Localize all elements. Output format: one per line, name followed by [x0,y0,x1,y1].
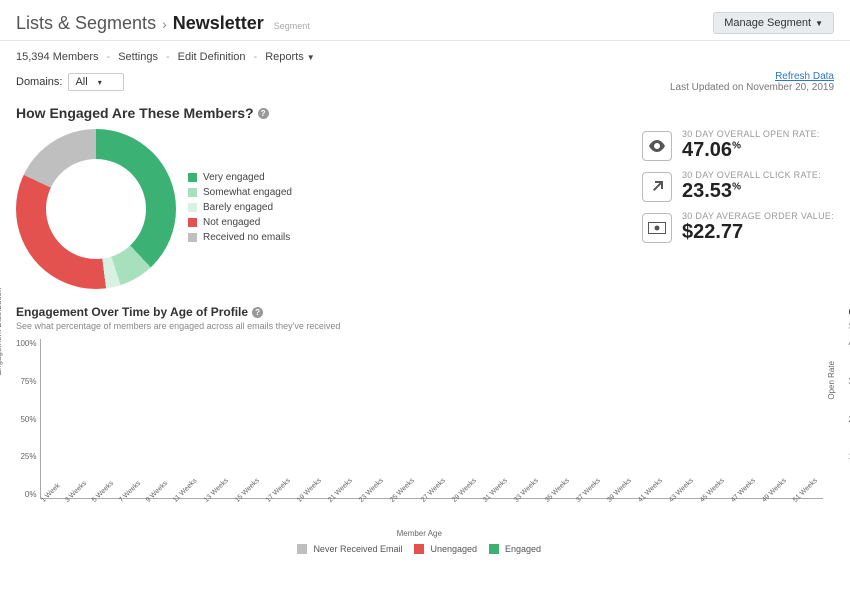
divider [0,40,850,41]
engagement-title: How Engaged Are These Members? ? [16,105,834,121]
caret-down-icon: ▼ [307,53,315,62]
chevron-right-icon: › [162,16,167,32]
breadcrumb-root[interactable]: Lists & Segments [16,13,156,34]
members-link[interactable]: 15,394 Members [16,51,99,63]
metric-open-rate: 30 DAY OVERALL OPEN RATE:47.06% [642,129,834,162]
legend-not-engaged: Not engaged [188,217,292,228]
legend-very-engaged: Very engaged [188,172,292,183]
page-title: Newsletter [173,13,264,34]
eye-icon [642,131,672,161]
last-updated-text: Last Updated on November 20, 2019 [670,82,834,93]
manage-segment-button[interactable]: Manage Segment ▼ [713,12,834,34]
domains-label: Domains: [16,76,62,88]
refresh-data-link[interactable]: Refresh Data [670,71,834,82]
swatch [297,544,307,554]
swatch [188,233,197,242]
chart1-xaxis: 1 Week3 Weeks5 Weeks7 Weeks9 Weeks11 Wee… [40,499,823,527]
edit-definition-link[interactable]: Edit Definition [178,51,246,63]
chart1-yaxis: 100%75%50%25%0% [16,339,40,499]
swatch [188,218,197,227]
swatch [414,544,424,554]
caret-down-icon: ▼ [815,19,823,28]
settings-link[interactable]: Settings [118,51,158,63]
reports-link[interactable]: Reports ▼ [265,51,315,63]
swatch [188,173,197,182]
chart1-subtitle: See what percentage of members are engag… [16,321,823,331]
segment-tag: Segment [274,21,310,31]
help-icon[interactable]: ? [252,307,263,318]
swatch [188,203,197,212]
arrow-out-icon [642,172,672,202]
help-icon[interactable]: ? [258,108,269,119]
legend-received-no-emails: Received no emails [188,232,292,243]
metric-click-rate: 30 DAY OVERALL CLICK RATE:23.53% [642,170,834,203]
engagement-bar-chart: Engagement Distribution 100%75%50%25%0% [16,339,823,499]
legend-somewhat-engaged: Somewhat engaged [188,187,292,198]
domains-select[interactable]: All ▾ [68,73,124,91]
chart1-title: Engagement Over Time by Age of Profile? [16,305,823,319]
legend-barely-engaged: Barely engaged [188,202,292,213]
sub-nav: 15,394 Members - Settings - Edit Definit… [16,51,834,63]
manage-segment-label: Manage Segment [724,17,811,29]
metric-order-value: 30 DAY AVERAGE ORDER VALUE:$22.77 [642,211,834,244]
swatch [489,544,499,554]
breadcrumb: Lists & Segments › Newsletter Segment [16,13,310,34]
donut-legend: Very engaged Somewhat engaged Barely eng… [188,172,292,247]
money-icon [642,213,672,243]
swatch [188,188,197,197]
chart1-legend: Never Received Email Unengaged Engaged [16,544,823,558]
domains-selected: All [75,76,87,88]
engagement-donut-chart [16,129,176,289]
caret-down-icon: ▾ [98,78,102,87]
